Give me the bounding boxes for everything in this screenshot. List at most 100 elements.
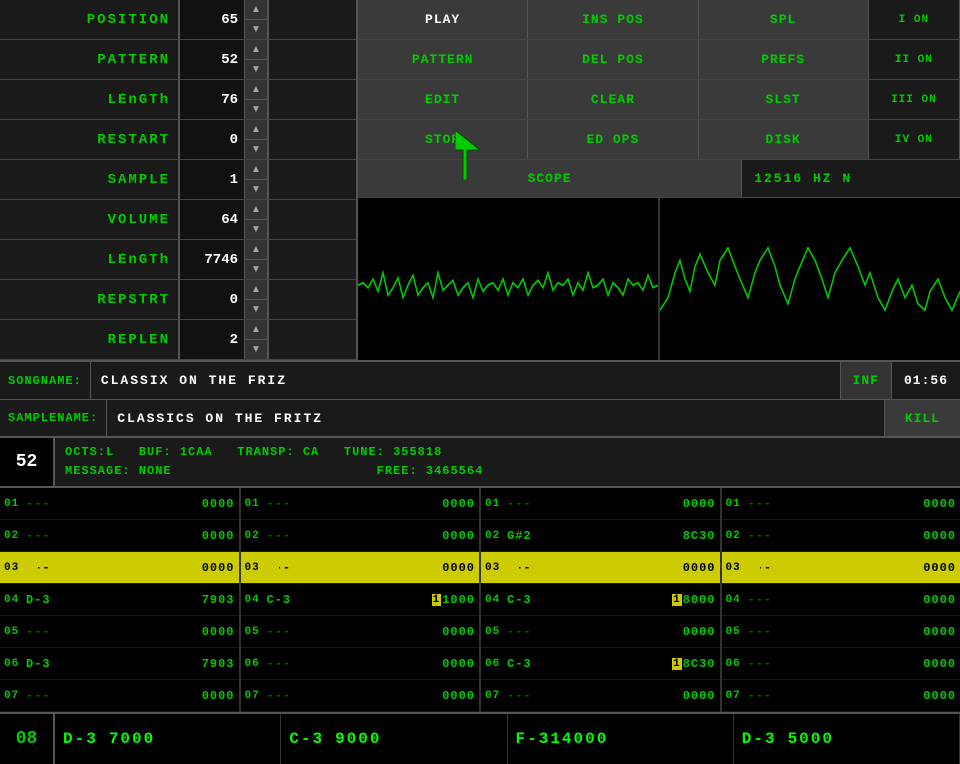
restart-spinner[interactable]: ▲ ▼ <box>245 120 269 159</box>
replen-up[interactable]: ▲ <box>245 320 267 340</box>
vol-data-1-2: 0000 <box>442 561 475 575</box>
note-data-1-6: --- <box>267 689 443 703</box>
track-row-0-4[interactable]: 05---0000 <box>0 616 239 648</box>
sample-up[interactable]: ▲ <box>245 160 267 180</box>
vol-data-3-2: 0000 <box>923 561 956 575</box>
restart-down[interactable]: ▼ <box>245 140 267 159</box>
track-row-1-0[interactable]: 01---0000 <box>241 488 480 520</box>
slength-label: LEnGTh <box>0 240 180 279</box>
pattern-down[interactable]: ▼ <box>245 60 267 79</box>
on1-button[interactable]: I ON <box>869 0 960 39</box>
on4-button[interactable]: IV ON <box>869 120 960 159</box>
track-row-0-1[interactable]: 02---0000 <box>0 520 239 552</box>
bottom-val-3: 5000 <box>788 730 834 748</box>
row-num-0-3: 04 <box>4 594 26 606</box>
disk-button[interactable]: DISK <box>699 120 869 159</box>
length-label: LEnGTh <box>0 80 180 119</box>
track-row-0-3[interactable]: 04D-37903 <box>0 584 239 616</box>
stop-button[interactable]: STOP <box>358 120 528 159</box>
length-up[interactable]: ▲ <box>245 80 267 100</box>
ins-pos-button[interactable]: INS POS <box>528 0 698 39</box>
track-row-3-5[interactable]: 06---0000 <box>722 648 960 680</box>
scope-button[interactable]: SCOPE <box>358 160 742 197</box>
on3-button[interactable]: III ON <box>869 80 960 119</box>
note-data-1-0: --- <box>267 497 443 511</box>
track-row-1-2[interactable]: 03---0000 <box>241 552 480 584</box>
track-row-3-4[interactable]: 05---0000 <box>722 616 960 648</box>
length-down[interactable]: ▼ <box>245 100 267 119</box>
btn-row-4: STOP ED OPS DISK IV ON <box>358 120 960 160</box>
position-down[interactable]: ▼ <box>245 20 267 39</box>
slength-up[interactable]: ▲ <box>245 240 267 260</box>
play-button[interactable]: PLAY <box>358 0 528 39</box>
volume-down[interactable]: ▼ <box>245 220 267 239</box>
track-row-2-0[interactable]: 01---0000 <box>481 488 720 520</box>
track-row-2-1[interactable]: 02G#28C30 <box>481 520 720 552</box>
track-row-0-6[interactable]: 07---0000 <box>0 680 239 712</box>
position-up[interactable]: ▲ <box>245 0 267 20</box>
extra-2-5: 1 <box>672 658 682 670</box>
clear-button[interactable]: CLEAR <box>528 80 698 119</box>
note-data-3-4: --- <box>748 625 924 639</box>
on2-button[interactable]: II ON <box>869 40 960 79</box>
volume-value: 64 <box>180 200 245 239</box>
track-row-2-6[interactable]: 07---0000 <box>481 680 720 712</box>
track-row-3-3[interactable]: 04---0000 <box>722 584 960 616</box>
extra-2-3: 1 <box>672 594 682 606</box>
track-row-3-1[interactable]: 02---0000 <box>722 520 960 552</box>
note-data-0-2: --- <box>26 561 202 575</box>
row-num-1-6: 07 <box>245 690 267 702</box>
pattern-button[interactable]: PATTERN <box>358 40 528 79</box>
prefs-button[interactable]: PREFS <box>699 40 869 79</box>
track-row-2-5[interactable]: 06C-318C30 <box>481 648 720 680</box>
bottom-cell-3: D-3 5000 <box>734 714 960 764</box>
repstrt-up[interactable]: ▲ <box>245 280 267 300</box>
track-row-2-2[interactable]: 03---0000 <box>481 552 720 584</box>
track-row-2-4[interactable]: 05---0000 <box>481 616 720 648</box>
row-num-0-0: 01 <box>4 498 26 510</box>
track-row-1-6[interactable]: 07---0000 <box>241 680 480 712</box>
app-container: POSITION 65 ▲ ▼ PATTERN 52 ▲ ▼ LEnGTh 76 <box>0 0 960 764</box>
volume-label: VOLUME <box>0 200 180 239</box>
replen-down[interactable]: ▼ <box>245 340 267 359</box>
slength-spinner[interactable]: ▲ ▼ <box>245 240 269 279</box>
note-data-1-3: C-3 <box>267 593 431 607</box>
track-row-3-2[interactable]: 03---0000 <box>722 552 960 584</box>
length-spinner[interactable]: ▲ ▼ <box>245 80 269 119</box>
slst-button[interactable]: SLST <box>699 80 869 119</box>
track-row-1-4[interactable]: 05---0000 <box>241 616 480 648</box>
restart-up[interactable]: ▲ <box>245 120 267 140</box>
repstrt-down[interactable]: ▼ <box>245 300 267 319</box>
ed-ops-button[interactable]: ED OPS <box>528 120 698 159</box>
sample-spinner[interactable]: ▲ ▼ <box>245 160 269 199</box>
volume-spinner[interactable]: ▲ ▼ <box>245 200 269 239</box>
del-pos-button[interactable]: DEL POS <box>528 40 698 79</box>
note-data-1-1: --- <box>267 529 443 543</box>
track-row-0-2[interactable]: 03---0000 <box>0 552 239 584</box>
track-row-1-3[interactable]: 04C-311000 <box>241 584 480 616</box>
track-row-0-0[interactable]: 01---0000 <box>0 488 239 520</box>
waveform-right-svg <box>660 198 960 360</box>
sample-bar: SAMPLENAME: CLASSICS ON THE FRITZ KILL <box>0 400 960 438</box>
spl-button[interactable]: SPL <box>699 0 869 39</box>
sample-down[interactable]: ▼ <box>245 180 267 199</box>
track-row-0-5[interactable]: 06D-37903 <box>0 648 239 680</box>
track-column-2: 01---000002G#28C3003---000004C-31800005-… <box>481 488 722 712</box>
repstrt-spinner[interactable]: ▲ ▼ <box>245 280 269 319</box>
track-row-3-0[interactable]: 01---0000 <box>722 488 960 520</box>
replen-spinner[interactable]: ▲ ▼ <box>245 320 269 359</box>
position-spinner[interactable]: ▲ ▼ <box>245 0 269 39</box>
slength-down[interactable]: ▼ <box>245 260 267 279</box>
track-row-2-3[interactable]: 04C-318000 <box>481 584 720 616</box>
track-row-3-6[interactable]: 07---0000 <box>722 680 960 712</box>
pattern-up[interactable]: ▲ <box>245 40 267 60</box>
track-row-1-5[interactable]: 06---0000 <box>241 648 480 680</box>
bottom-cell-2: F-314000 <box>508 714 734 764</box>
song-inf[interactable]: INF <box>840 362 891 399</box>
vol-data-3-6: 0000 <box>923 689 956 703</box>
pattern-spinner[interactable]: ▲ ▼ <box>245 40 269 79</box>
volume-up[interactable]: ▲ <box>245 200 267 220</box>
edit-button[interactable]: EDIT <box>358 80 528 119</box>
track-row-1-1[interactable]: 02---0000 <box>241 520 480 552</box>
kill-button[interactable]: KILL <box>884 400 960 436</box>
